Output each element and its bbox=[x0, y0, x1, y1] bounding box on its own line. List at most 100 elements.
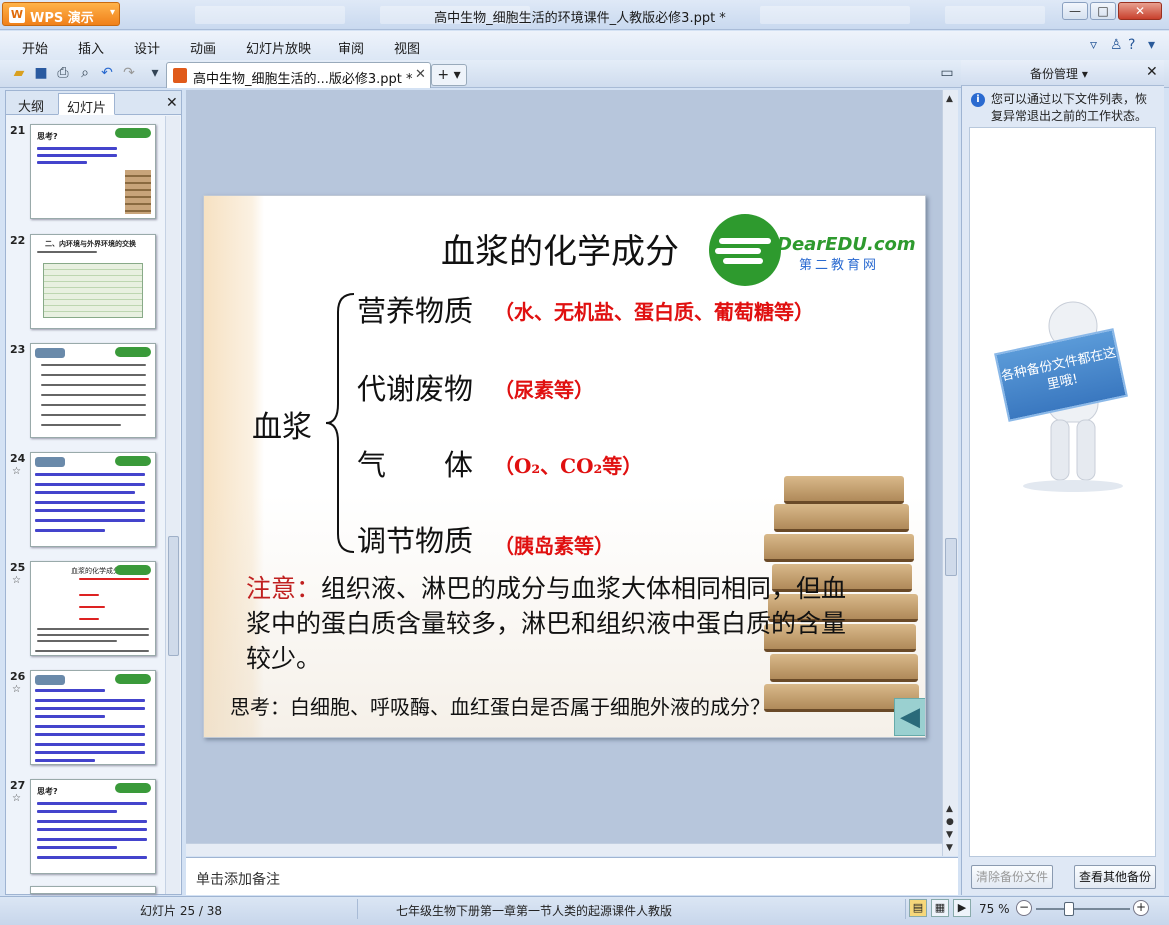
notes-pane[interactable]: 单击添加备注 bbox=[186, 857, 958, 895]
backup-panel-title[interactable]: 备份管理 ▾ bbox=[1030, 65, 1088, 82]
app-menu-button[interactable]: W WPS 演示 ▾ bbox=[2, 2, 120, 26]
info-icon: i bbox=[971, 93, 985, 107]
horizontal-scrollbar[interactable] bbox=[186, 843, 942, 856]
slide-title: 血浆的化学成分 bbox=[441, 232, 679, 272]
window-mode-icon[interactable]: ▭ bbox=[938, 64, 956, 82]
menu-insert[interactable]: 插入 bbox=[78, 38, 104, 57]
zoom-slider-handle[interactable] bbox=[1064, 902, 1074, 916]
back-arrow-button[interactable]: ◀ bbox=[894, 698, 925, 736]
app-name: WPS 演示 bbox=[30, 11, 94, 26]
undo-icon[interactable]: ↶ bbox=[98, 64, 116, 82]
status-divider bbox=[905, 899, 906, 919]
normal-view-button[interactable]: ▤ bbox=[909, 899, 927, 917]
scroll-up-icon[interactable]: ▲ bbox=[946, 94, 953, 104]
menu-view[interactable]: 视图 bbox=[394, 38, 420, 57]
thumbnail-scrollbar[interactable] bbox=[165, 116, 180, 894]
clear-backup-button[interactable]: 清除备份文件 bbox=[971, 865, 1053, 889]
tab-slides[interactable]: 幻灯片 bbox=[58, 93, 116, 116]
logo-subtext: 第二教育网 bbox=[799, 258, 880, 273]
slide-counter: 幻灯片 25 / 38 bbox=[140, 904, 223, 918]
thumb-number: 25 bbox=[10, 561, 26, 574]
print-preview-icon[interactable]: ⌕ bbox=[76, 64, 94, 82]
maximize-button[interactable]: □ bbox=[1090, 2, 1116, 20]
menu-animation[interactable]: 动画 bbox=[190, 38, 216, 57]
save-icon[interactable]: ■ bbox=[32, 64, 50, 82]
logo-text: DearEDU.com bbox=[777, 234, 916, 255]
animation-star-icon: ☆ bbox=[12, 466, 21, 477]
slide-thumbnail[interactable] bbox=[30, 670, 156, 765]
sorter-view-button[interactable]: ▦ bbox=[931, 899, 949, 917]
slide-thumbnail[interactable] bbox=[30, 343, 156, 438]
ppt-file-icon bbox=[173, 68, 187, 83]
backup-info-text: 您可以通过以下文件列表，恢复异常退出之前的工作状态。 bbox=[991, 92, 1148, 123]
thumb-number: 27 bbox=[10, 779, 26, 792]
chevron-down-icon: ▾ bbox=[109, 7, 115, 18]
thumb-title: 思考? bbox=[37, 132, 58, 141]
menu-home[interactable]: 开始 bbox=[22, 38, 48, 57]
taskbar-ghost bbox=[945, 6, 1045, 24]
vertical-scrollbar[interactable]: ▲ ▲ ● ▼ ▼ bbox=[942, 90, 958, 856]
document-tab[interactable]: 高中生物_细胞生活的...版必修3.ppt * ✕ bbox=[166, 62, 431, 88]
toolbar-dropdown-icon[interactable]: ▾ bbox=[146, 64, 164, 82]
tab-outline[interactable]: 大纲 bbox=[10, 93, 52, 115]
slide-thumbnail[interactable] bbox=[30, 886, 156, 894]
menu-review[interactable]: 审阅 bbox=[338, 38, 364, 57]
curly-brace bbox=[325, 293, 355, 553]
thumb-number: 23 bbox=[10, 343, 26, 356]
animation-star-icon: ☆ bbox=[12, 575, 21, 586]
close-tab-icon[interactable]: ✕ bbox=[415, 67, 426, 82]
thumb-title: 二、内环境与外界环境的交换 bbox=[45, 240, 136, 248]
category-note: （O₂、CO₂等） bbox=[494, 454, 643, 478]
open-icon[interactable]: ▰ bbox=[10, 64, 28, 82]
thumb-number: 22 bbox=[10, 234, 26, 247]
slide-thumbnail[interactable] bbox=[30, 452, 156, 547]
category-note: （胰岛素等） bbox=[494, 534, 614, 558]
attention-label: 注意： bbox=[246, 574, 322, 603]
next-slide-icon[interactable]: ▼ bbox=[946, 830, 953, 840]
thumb-number: 24 bbox=[10, 452, 26, 465]
collapse-ribbon-icon[interactable]: ▿ bbox=[1090, 37, 1097, 53]
zoom-out-button[interactable]: − bbox=[1016, 900, 1032, 916]
category-name: 调节物质 bbox=[357, 524, 474, 558]
skin-icon[interactable]: ♙ bbox=[1110, 37, 1123, 53]
view-other-backups-button[interactable]: 查看其他备份 bbox=[1074, 865, 1156, 889]
think-question: 思考：白细胞、呼吸酶、血红蛋白是否属于细胞外液的成分？ bbox=[230, 695, 770, 719]
zoom-slider[interactable] bbox=[1036, 908, 1130, 910]
document-tab-label: 高中生物_细胞生活的...版必修3.ppt * bbox=[193, 72, 413, 87]
root-label: 血浆 bbox=[252, 410, 312, 445]
zoom-in-button[interactable]: + bbox=[1133, 900, 1149, 916]
slide[interactable]: 血浆的化学成分 DearEDU.com 第二教育网 血浆 营养物质 （水、无机盐… bbox=[203, 195, 926, 738]
animation-star-icon: ☆ bbox=[12, 684, 21, 695]
redo-icon[interactable]: ↷ bbox=[120, 64, 138, 82]
prev-slide-icon[interactable]: ▲ bbox=[946, 804, 953, 814]
minimize-button[interactable]: — bbox=[1062, 2, 1088, 20]
category-name: 代谢废物 bbox=[357, 372, 474, 406]
slideshow-button[interactable]: ▶ bbox=[953, 899, 971, 917]
zoom-level: 75 % bbox=[979, 902, 1010, 916]
slide-thumbnail[interactable]: 思考? bbox=[30, 124, 156, 219]
slide-menu-icon[interactable]: ● bbox=[946, 817, 954, 827]
thumb-number: 26 bbox=[10, 670, 26, 683]
thumb-number: 21 bbox=[10, 124, 26, 137]
dropdown-icon[interactable]: ▾ bbox=[1148, 37, 1155, 53]
category-note: （水、无机盐、蛋白质、葡萄糖等） bbox=[494, 300, 814, 324]
scroll-down-icon[interactable]: ▼ bbox=[946, 843, 953, 853]
backup-title-text: 备份管理 bbox=[1030, 67, 1079, 81]
help-icon[interactable]: ? bbox=[1128, 37, 1135, 53]
status-document-name: 七年级生物下册第一章第一节人类的起源课件人教版 bbox=[396, 904, 673, 918]
status-divider bbox=[357, 899, 358, 919]
slide-thumbnail[interactable]: 二、内环境与外界环境的交换 bbox=[30, 234, 156, 329]
category-note: （尿素等） bbox=[494, 378, 594, 402]
menu-slideshow[interactable]: 幻灯片放映 bbox=[246, 38, 311, 57]
slide-thumbnail-current[interactable]: 血浆的化学成分 bbox=[30, 561, 156, 656]
slide-thumbnail[interactable]: 思考? bbox=[30, 779, 156, 874]
animation-star-icon: ☆ bbox=[12, 793, 21, 804]
close-panel-icon[interactable]: ✕ bbox=[166, 95, 178, 111]
new-tab-button[interactable]: + ▾ bbox=[431, 64, 467, 86]
print-icon[interactable]: ⎙ bbox=[54, 64, 72, 82]
menu-design[interactable]: 设计 bbox=[134, 38, 160, 57]
attention-paragraph: 注意：组织液、淋巴的成分与血浆大体相同相同，但血浆中的蛋白质含量较多，淋巴和组织… bbox=[246, 571, 866, 676]
dearedu-logo-icon bbox=[709, 214, 781, 286]
close-backup-panel-icon[interactable]: ✕ bbox=[1146, 64, 1158, 80]
window-close-button[interactable]: ✕ bbox=[1118, 2, 1162, 20]
